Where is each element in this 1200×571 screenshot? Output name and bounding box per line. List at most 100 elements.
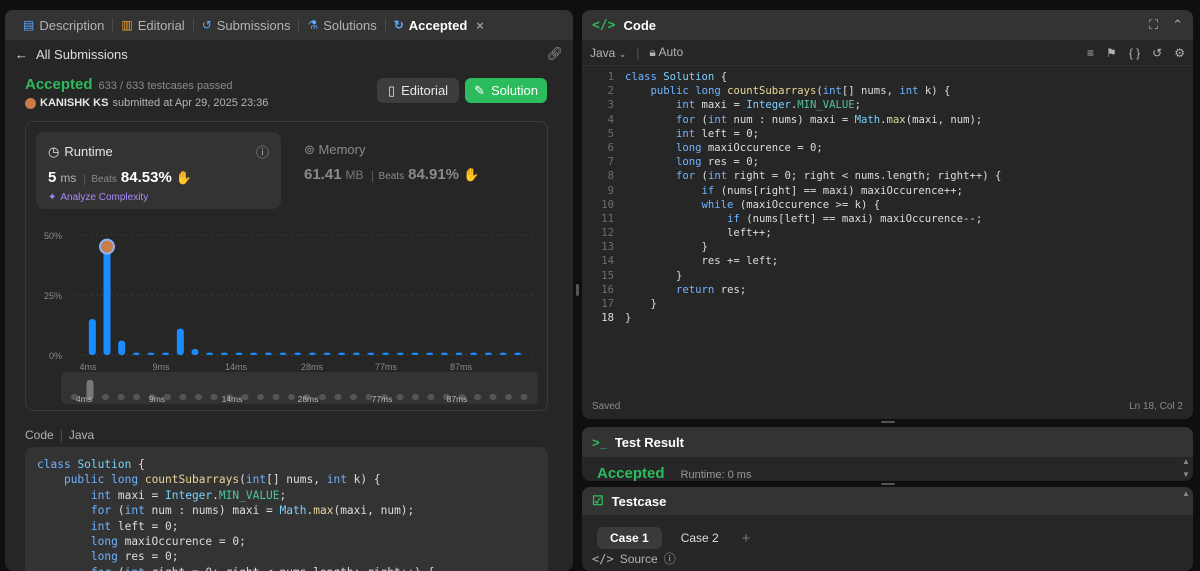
line-code: for (int num : nums) maxi = Math.max(max… (676, 113, 983, 126)
bookmark-icon[interactable]: ⚑ (1106, 46, 1117, 60)
runtime-distribution-chart[interactable]: 50% 25% 0% 4ms 9ms 14ms 28ms 77ms 87ms 4ms 9ms 14ms… (26, 215, 547, 410)
line-code: if (nums[right] == maxi) maxiOccurence++… (701, 184, 964, 197)
runtime-card[interactable]: ◷ Runtime ⓘ 5 ms Beats 84.53% ✋ ✦ Analyze Compl… (36, 132, 281, 209)
line-code: if (nums[left] == maxi) maxiOccurence--; (727, 212, 983, 225)
clock-icon: ◷ (48, 143, 60, 159)
scroll-up-icon[interactable]: ▲ (1181, 457, 1191, 466)
line-number: 17 (601, 298, 614, 310)
overview-bar (272, 394, 280, 400)
tab-case-1[interactable]: Case 1 (597, 527, 662, 549)
chevron-up-icon[interactable]: ⌃ (1172, 17, 1183, 33)
distribution-bar (264, 352, 272, 355)
code-line[interactable]: 3 int maxi = Integer.MIN_VALUE; (582, 98, 1193, 112)
back-bar: ← All Submissions 🔗︎ (5, 40, 573, 68)
overview-bar (164, 394, 171, 400)
link-icon[interactable]: 🔗︎ (546, 46, 563, 62)
status-label: Accepted (25, 76, 93, 93)
submitted-code[interactable]: class Solution { public long countSubarr… (25, 447, 548, 571)
tab-submissions[interactable]: ↺ Submissions (194, 10, 299, 40)
code-line[interactable]: 2 public long countSubarrays(int[] nums,… (582, 84, 1193, 98)
arrow-left-icon: ← (15, 46, 28, 62)
overview-tick-label: 87ms (447, 394, 468, 404)
edit-icon: ✎ (474, 82, 485, 98)
vertical-resize-handle[interactable] (576, 284, 579, 296)
code-line[interactable]: 1 class Solution { (582, 70, 1193, 84)
x-tick-label: 4ms (79, 362, 97, 372)
format-icon[interactable]: ≡ (1087, 46, 1094, 60)
code-line[interactable]: 18} (582, 311, 1193, 325)
username[interactable]: KANISHK KS (40, 97, 108, 109)
language-select[interactable]: Java ⌄ (590, 46, 626, 60)
editorial-button[interactable]: ▯ Editorial (377, 78, 459, 103)
maximize-icon[interactable]: ⛶ (1149, 17, 1158, 33)
analyze-complexity-link[interactable]: ✦ Analyze Complexity (48, 192, 269, 203)
y-tick-label: 50% (44, 231, 62, 241)
overview-bar (520, 394, 528, 400)
code-line[interactable]: 13 } (582, 240, 1193, 254)
line-code: long maxiOccurence = 0; (676, 141, 823, 154)
line-code: public long countSubarrays(int[] nums, i… (650, 85, 951, 98)
code-line[interactable]: 10 while (maxiOccurence >= k) { (582, 198, 1193, 212)
code-line[interactable]: 4 for (int num : nums) maxi = Math.max(m… (582, 113, 1193, 127)
code-line[interactable]: 9 if (nums[right] == maxi) maxiOccurence… (582, 184, 1193, 198)
auto-mode[interactable]: 🔒︎ Auto (649, 45, 683, 60)
lock-icon: 🔒︎ (649, 45, 656, 59)
horizontal-resize-handle[interactable] (881, 421, 895, 423)
line-code: int maxi = Integer.MIN_VALUE; (676, 99, 862, 112)
clap-icon: ✋ (463, 167, 480, 182)
testcase-header[interactable]: ☑ Testcase (582, 487, 1193, 515)
code-line[interactable]: 11 if (nums[left] == maxi) maxiOccurence… (582, 212, 1193, 226)
close-icon[interactable]: × (476, 18, 484, 33)
info-icon[interactable]: ⓘ (256, 142, 269, 161)
distribution-bar (455, 352, 463, 355)
help-icon[interactable]: ⓘ (664, 550, 676, 567)
scroll-up-icon[interactable]: ▲ (1181, 489, 1191, 498)
overview-bar (241, 394, 249, 400)
overview-bar (319, 394, 326, 400)
distribution-bar (220, 352, 228, 355)
overview-bar (102, 394, 109, 400)
source-link[interactable]: </> Source ⓘ (592, 550, 676, 567)
line-code: long res = 0; (676, 156, 759, 169)
line-number: 5 (607, 127, 614, 140)
tab-solutions[interactable]: ⚗ Solutions (299, 10, 384, 40)
avatar[interactable] (25, 97, 36, 109)
code-line[interactable]: 16 return res; (582, 283, 1193, 297)
tab-editorial[interactable]: ▥ Editorial (113, 10, 192, 40)
code-line[interactable]: 15 } (582, 269, 1193, 283)
code-line[interactable]: 8 for (int right = 0; right < nums.lengt… (582, 169, 1193, 183)
memory-card[interactable]: ⊚ Memory 61.41 MB Beats 84.91% ✋ (304, 132, 539, 209)
distribution-bar (176, 328, 184, 355)
scroll-down-icon[interactable]: ▼ (1181, 470, 1191, 479)
overview-bar (179, 394, 187, 400)
code-line[interactable]: 6 long maxiOccurence = 0; (582, 141, 1193, 155)
distribution-bar (470, 352, 478, 355)
tab-accepted[interactable]: ↻ Accepted × (386, 10, 492, 40)
braces-icon[interactable]: { } (1129, 46, 1140, 60)
memory-value: 61.41 (304, 166, 342, 183)
overview-tick-label: 77ms (372, 394, 393, 404)
code-line[interactable]: 7 long res = 0; (582, 155, 1193, 169)
tab-description[interactable]: ▤ Description (15, 10, 112, 40)
solution-button[interactable]: ✎ Solution (465, 78, 547, 103)
horizontal-resize-handle[interactable] (881, 483, 895, 485)
code-line[interactable]: 14 res += left; (582, 254, 1193, 268)
code-line[interactable]: 12 left++; (582, 226, 1193, 240)
tab-case-2[interactable]: Case 2 (668, 527, 732, 549)
code-editor[interactable]: 1 class Solution {2 public long countSuba… (582, 70, 1193, 325)
add-case-button[interactable]: + (742, 530, 751, 547)
overview-bar (133, 394, 140, 400)
settings-icon[interactable]: ⚙ (1174, 46, 1185, 60)
overview-bar (334, 394, 342, 400)
terminal-icon: >_ (592, 434, 607, 450)
test-result-header[interactable]: >_ Test Result (582, 427, 1193, 457)
reset-icon[interactable]: ↺ (1152, 46, 1162, 60)
code-line[interactable]: 5 int left = 0; (582, 127, 1193, 141)
test-status: Accepted (597, 465, 665, 481)
distribution-bar (88, 319, 96, 355)
x-tick-label: 87ms (450, 362, 473, 372)
line-code: return res; (676, 283, 747, 296)
back-link[interactable]: ← All Submissions (15, 47, 128, 62)
code-line[interactable]: 17 } (582, 297, 1193, 311)
distribution-bar (484, 352, 492, 355)
